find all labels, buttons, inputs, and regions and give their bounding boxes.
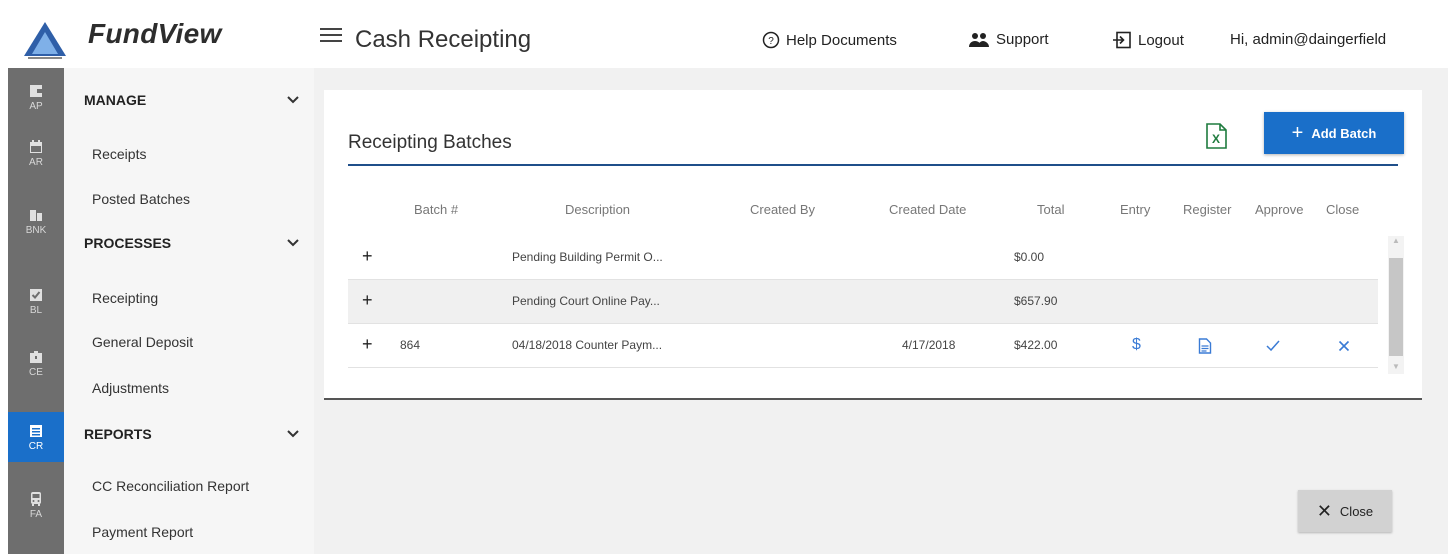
- column-header-created-by[interactable]: Created By: [750, 202, 815, 217]
- svg-text:?: ?: [768, 36, 774, 47]
- module-rail: AP AR BNK BL CE CR FA: [8, 68, 64, 554]
- rail-label: CR: [28, 440, 44, 452]
- add-batch-label: Add Batch: [1311, 125, 1377, 141]
- section-label: REPORTS: [84, 426, 152, 442]
- rail-label: AP: [29, 100, 43, 112]
- excel-export-icon[interactable]: X: [1204, 123, 1228, 149]
- nav-item-posted-batches[interactable]: Posted Batches: [92, 191, 190, 207]
- table-row[interactable]: + Pending Court Online Pay... $657.90: [348, 280, 1378, 324]
- column-header-description[interactable]: Description: [565, 202, 630, 217]
- svg-text:X: X: [1212, 132, 1220, 146]
- app-header: FundView Cash Receipting ? Help Document…: [0, 0, 1448, 68]
- column-header-total[interactable]: Total: [1037, 202, 1064, 217]
- nav-item-receipting[interactable]: Receipting: [92, 290, 158, 306]
- rail-item-fa[interactable]: FA: [8, 480, 64, 530]
- table-row[interactable]: + 864 04/18/2018 Counter Paym... 4/17/20…: [348, 324, 1378, 368]
- bank-icon: [30, 209, 42, 221]
- column-header-entry: Entry: [1120, 202, 1151, 217]
- logout-icon: [1113, 31, 1131, 49]
- rail-label: AR: [29, 156, 43, 168]
- clipboard-check-icon: [30, 288, 42, 301]
- close-x-icon: ✕: [1316, 500, 1332, 521]
- nav-item-payment-report[interactable]: Payment Report: [92, 524, 193, 540]
- support-label: Support: [996, 31, 1049, 48]
- expand-row-icon[interactable]: +: [362, 246, 373, 267]
- rail-item-bl[interactable]: BL: [8, 276, 64, 326]
- fundview-logo-icon: [24, 22, 66, 59]
- users-icon: [969, 32, 989, 47]
- section-label: PROCESSES: [84, 235, 172, 251]
- list-icon: [30, 424, 42, 437]
- scroll-up-arrow-icon[interactable]: ▲: [1390, 236, 1402, 245]
- rail-item-bnk[interactable]: BNK: [8, 196, 64, 246]
- rail-label: CE: [29, 366, 43, 378]
- brand-name: FundView: [88, 18, 222, 49]
- title-divider: [348, 164, 1398, 166]
- register-document-icon[interactable]: [1198, 338, 1212, 354]
- cell-batch-number: 864: [400, 338, 421, 352]
- plus-icon: +: [1291, 122, 1304, 144]
- section-processes[interactable]: PROCESSES: [84, 235, 299, 251]
- cell-total: $0.00: [1014, 250, 1045, 264]
- menu-toggle-icon[interactable]: [320, 28, 342, 44]
- rail-item-cr[interactable]: CR: [8, 412, 64, 462]
- logout-link[interactable]: Logout: [1112, 31, 1184, 49]
- column-header-close: Close: [1326, 202, 1360, 217]
- support-link[interactable]: Support: [968, 31, 1049, 48]
- cell-created-date: 4/17/2018: [902, 338, 956, 352]
- nav-item-cc-reconciliation-report[interactable]: CC Reconciliation Report: [92, 478, 249, 494]
- nav-item-receipts[interactable]: Receipts: [92, 146, 146, 162]
- nav-item-adjustments[interactable]: Adjustments: [92, 380, 169, 396]
- close-batch-x-icon[interactable]: [1338, 340, 1350, 352]
- help-documents-link[interactable]: ? Help Documents: [762, 31, 897, 49]
- sidebar: MANAGE Receipts Posted Batches PROCESSES…: [64, 68, 314, 554]
- scroll-down-arrow-icon[interactable]: ▼: [1390, 362, 1402, 371]
- add-batch-button[interactable]: + Add Batch: [1264, 112, 1404, 154]
- column-header-batch[interactable]: Batch #: [414, 202, 458, 217]
- rail-label: BNK: [25, 224, 47, 236]
- column-header-created-date[interactable]: Created Date: [889, 202, 966, 217]
- chevron-down-icon: [287, 239, 299, 247]
- section-manage[interactable]: MANAGE: [84, 92, 299, 108]
- bus-icon: [31, 491, 41, 506]
- help-circle-icon: ?: [762, 31, 780, 49]
- page-title: Cash Receipting: [355, 26, 532, 53]
- chevron-down-icon: [287, 430, 299, 438]
- calendar-icon: [30, 139, 42, 153]
- card-title: Receipting Batches: [348, 132, 512, 153]
- table-row[interactable]: + Pending Building Permit O... $0.00: [348, 236, 1378, 280]
- close-button[interactable]: ✕ Close: [1298, 490, 1392, 532]
- rail-label: BL: [29, 304, 43, 316]
- rail-item-ap[interactable]: AP: [8, 72, 64, 122]
- cell-total: $422.00: [1014, 338, 1058, 352]
- rail-item-ar[interactable]: AR: [8, 128, 64, 178]
- chevron-down-icon: [287, 96, 299, 104]
- main-content: Receipting Batches X + Add Batch Batch #…: [314, 68, 1448, 554]
- expand-row-icon[interactable]: +: [362, 290, 373, 311]
- receipting-batches-card: Receipting Batches X + Add Batch Batch #…: [324, 90, 1422, 400]
- cell-description: 04/18/2018 Counter Paym...: [512, 338, 663, 352]
- cell-description: Pending Court Online Pay...: [512, 294, 660, 308]
- help-documents-label: Help Documents: [786, 31, 897, 49]
- column-header-approve: Approve: [1255, 202, 1304, 217]
- user-greeting: Hi, admin@daingerfield: [1230, 31, 1387, 48]
- briefcase-icon: [30, 350, 42, 363]
- rail-label: FA: [29, 508, 43, 520]
- wallet-icon: [30, 84, 42, 97]
- close-label: Close: [1339, 503, 1374, 519]
- rail-item-ce[interactable]: CE: [8, 338, 64, 388]
- logout-label: Logout: [1138, 31, 1184, 49]
- section-label: MANAGE: [84, 92, 147, 108]
- approve-check-icon[interactable]: [1266, 340, 1280, 352]
- cell-total: $657.90: [1014, 294, 1058, 308]
- column-header-register: Register: [1183, 202, 1232, 217]
- expand-row-icon[interactable]: +: [362, 334, 373, 355]
- nav-item-general-deposit[interactable]: General Deposit: [92, 334, 193, 350]
- table-scrollbar-thumb[interactable]: [1389, 258, 1403, 356]
- entry-dollar-icon[interactable]: $: [1132, 336, 1141, 354]
- section-reports[interactable]: REPORTS: [84, 426, 299, 442]
- cell-description: Pending Building Permit O...: [512, 250, 663, 264]
